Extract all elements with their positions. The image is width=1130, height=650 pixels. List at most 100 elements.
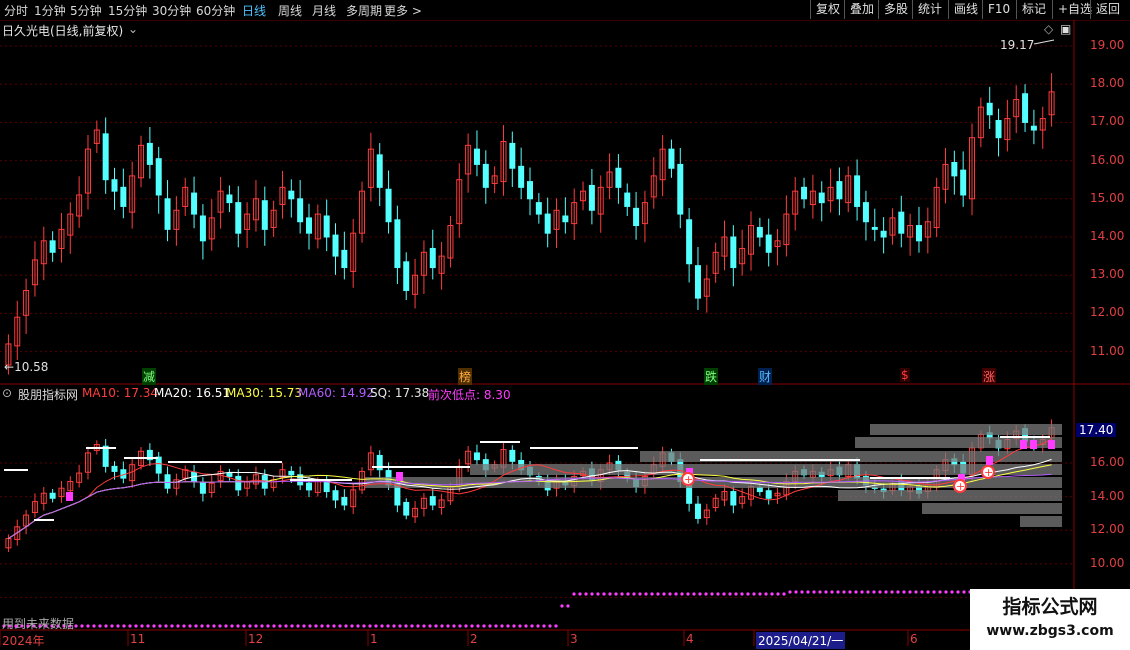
prev-low-dot (920, 590, 924, 594)
indicator-name: 股朋指标网 (18, 388, 79, 402)
prev-low-dot (140, 624, 144, 628)
prev-low-dot (428, 624, 432, 628)
prev-low-dot (86, 624, 90, 628)
prev-low-dot (578, 592, 582, 596)
price-tick: 14.00 (1090, 229, 1125, 243)
prev-low-dot (686, 592, 690, 596)
candle-body (668, 148, 675, 169)
prev-low-dot (620, 592, 624, 596)
prev-low-dot (98, 624, 102, 628)
candle-body (765, 234, 772, 253)
prev-low-dot (884, 590, 888, 594)
ind-candle-body (164, 474, 171, 489)
ind-candle-body (226, 472, 233, 477)
ind-candle-body (49, 492, 56, 499)
prev-low-dot (392, 624, 396, 628)
ind-candle-body (155, 456, 162, 474)
kline-chart: + + + (0, 20, 1130, 646)
prev-low-dot (110, 624, 114, 628)
event-marker[interactable]: 跌 (704, 368, 719, 385)
prev-low-dot (878, 590, 882, 594)
prev-low-dot (380, 624, 384, 628)
candle-body (146, 142, 153, 165)
candle-body (120, 186, 127, 207)
event-marker[interactable]: $ (900, 368, 910, 382)
prev-low-dot (248, 624, 252, 628)
prev-low-dot (824, 590, 828, 594)
prev-low-dot (740, 592, 744, 596)
prev-low-dot (866, 590, 870, 594)
prev-low-dot (938, 590, 942, 594)
prev-low-dot (404, 624, 408, 628)
candle-body (199, 215, 206, 242)
prev-low-dot (152, 624, 156, 628)
date-tick: 1 (370, 632, 378, 646)
signal-block (396, 472, 403, 481)
prev-low-dot (782, 592, 786, 596)
prev-low-dot (836, 590, 840, 594)
prev-low-dot (398, 624, 402, 628)
sq-value: SQ: 17.38 (370, 386, 430, 400)
event-marker[interactable]: 财 (758, 368, 773, 385)
prev-low-dot (116, 624, 120, 628)
event-marker[interactable]: 榜 (458, 368, 473, 385)
event-marker[interactable]: 涨 (982, 368, 997, 385)
prev-low-dot (254, 624, 258, 628)
panel-toggle-icon[interactable]: ▣ (1060, 22, 1071, 36)
prev-low-dot (596, 592, 600, 596)
prev-low-dot (488, 624, 492, 628)
watermark-title: 指标公式网 (1002, 596, 1098, 618)
ind-candle-body (730, 491, 737, 506)
prev-low-dot (362, 624, 366, 628)
candle-body (862, 202, 869, 223)
high-arrow (1033, 39, 1055, 45)
ind-candle-body (111, 465, 118, 472)
candle-body (323, 215, 330, 238)
ind-candle-body (403, 501, 410, 516)
indicator-tick: 16.00 (1090, 455, 1125, 469)
prev-low-dot (668, 592, 672, 596)
prev-low-dot (260, 624, 264, 628)
prev-low-dot (194, 624, 198, 628)
prev-low-dot (230, 624, 234, 628)
candle-body (482, 163, 489, 188)
prev-low-dot (368, 624, 372, 628)
prev-low-dot (716, 592, 720, 596)
candle-body (394, 219, 401, 269)
prev-low-dot (314, 624, 318, 628)
ma20-value: MA20: 16.51 (154, 386, 231, 400)
date-tick: 2 (470, 632, 478, 646)
ma30-value: MA30: 15.73 (226, 386, 303, 400)
prev-low-dot (602, 592, 606, 596)
candle-body (995, 119, 1002, 139)
prev-low-dot (848, 590, 852, 594)
candle-body (191, 192, 198, 215)
diamond-icon[interactable]: ◇ (1044, 22, 1053, 36)
candle-body (960, 169, 967, 196)
prev-low-dot (962, 590, 966, 594)
indicator-menu-icon[interactable]: ⊙ (2, 386, 12, 400)
chevron-down-icon[interactable]: ⌄ (128, 22, 138, 36)
candle-body (730, 236, 737, 269)
candle-body (403, 261, 410, 291)
candle-body (986, 102, 993, 116)
ind-candle-body (332, 490, 339, 501)
event-marker[interactable]: 减 (142, 368, 157, 385)
watermark-url: www.zbgs3.com (986, 623, 1114, 639)
prev-low-dot (206, 624, 210, 628)
prev-low-dot (494, 624, 498, 628)
candle-body (801, 186, 808, 200)
prev-low-dot (692, 592, 696, 596)
candle-body (871, 226, 878, 230)
prev-low-dot (926, 590, 930, 594)
prev-low-dot (698, 592, 702, 596)
price-tick: 18.00 (1090, 76, 1125, 91)
candle-body (562, 215, 569, 223)
signal-block (66, 492, 73, 501)
prev-low-dot (914, 590, 918, 594)
price-tick: 15.00 (1090, 190, 1125, 205)
prev-low-dot (422, 624, 426, 628)
date-tick: 2025/04/21/一 (756, 632, 846, 649)
ind-candle-body (429, 496, 436, 506)
prev-low-dot (128, 624, 132, 628)
